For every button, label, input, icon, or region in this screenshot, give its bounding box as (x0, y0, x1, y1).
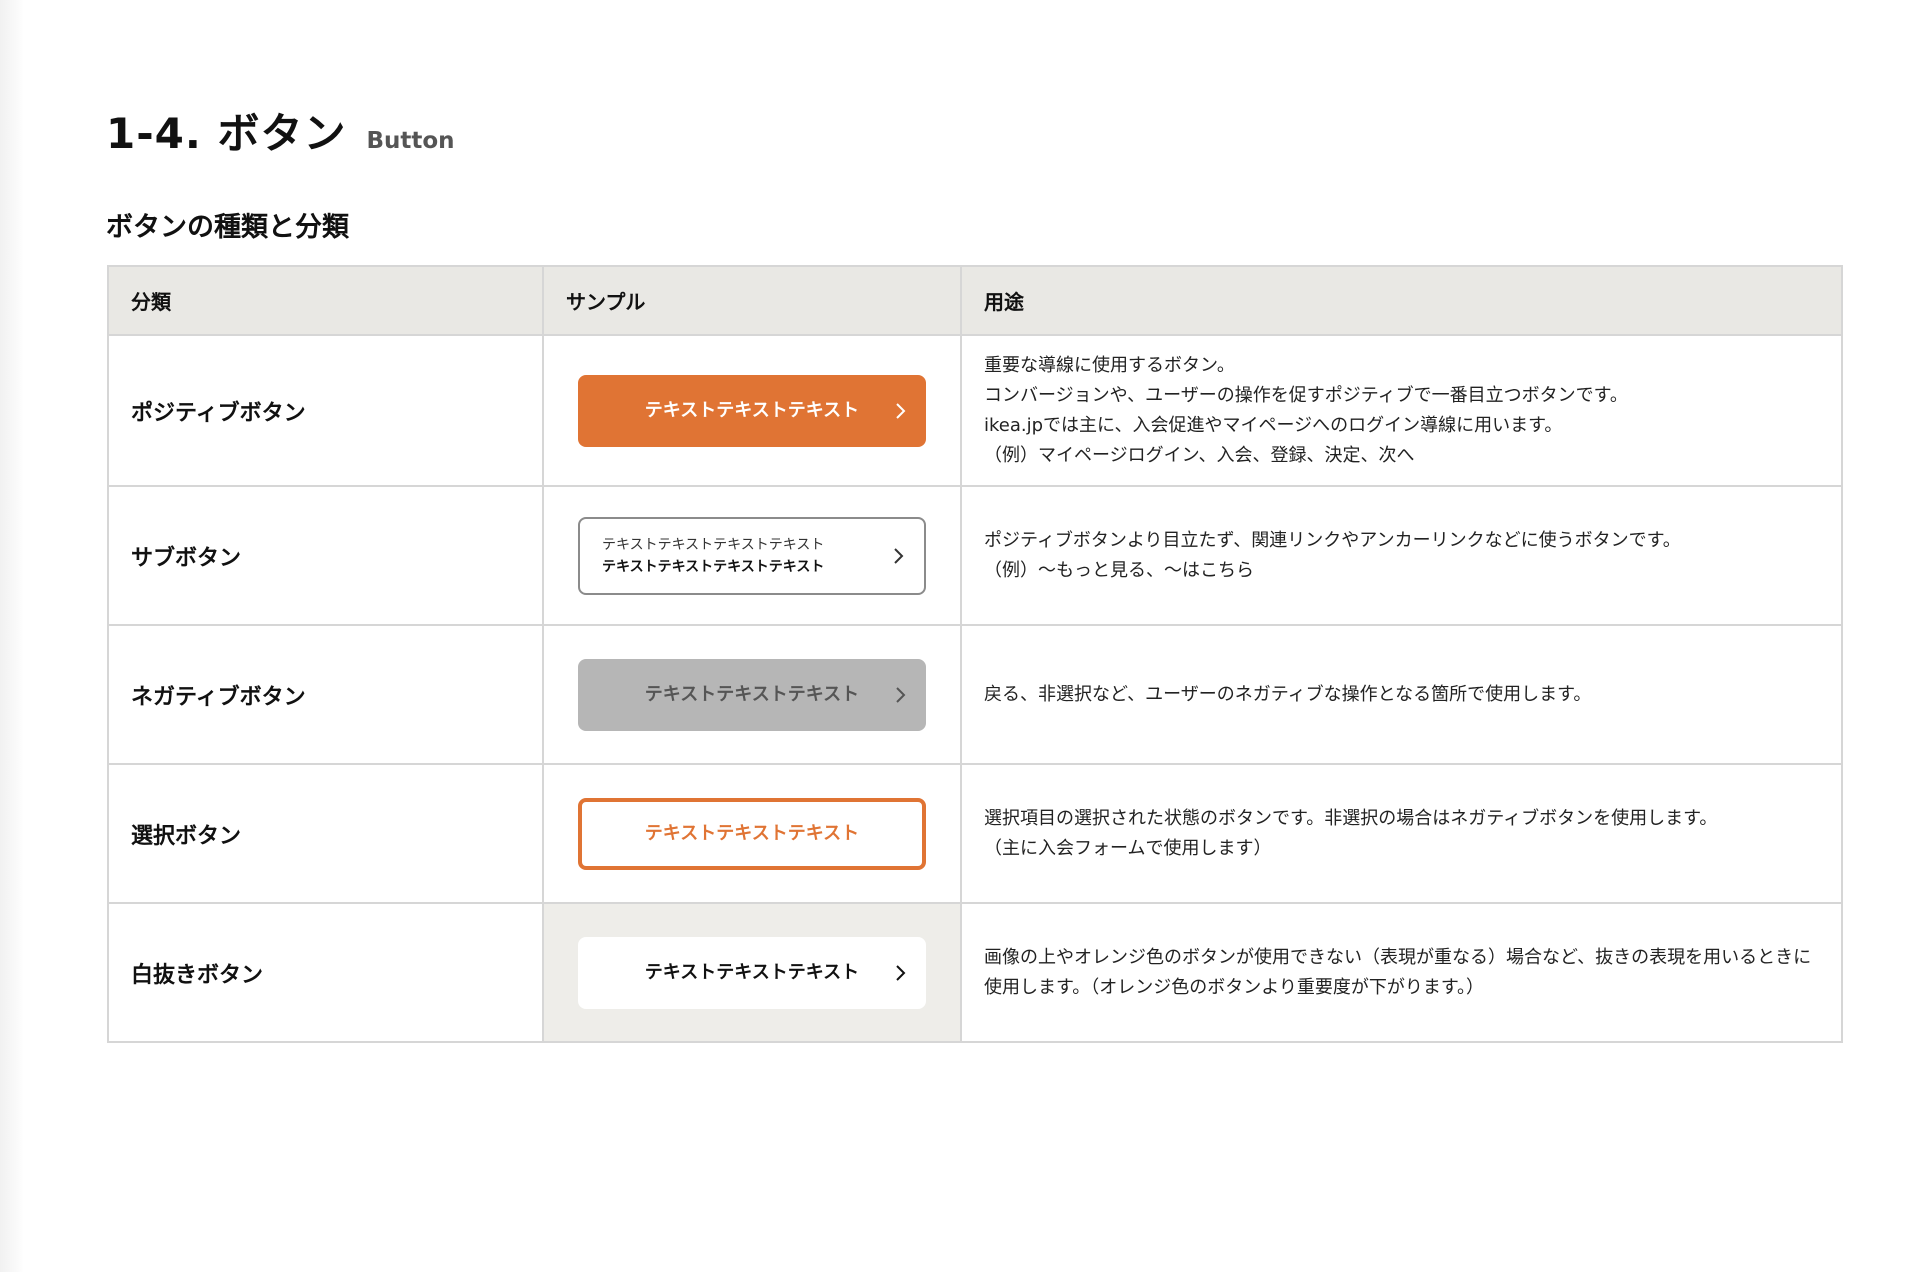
chevron-right-icon (894, 547, 904, 564)
select-button[interactable]: テキストテキストテキスト (578, 797, 926, 870)
category-positive: ポジティブボタン (107, 334, 544, 487)
sub-button[interactable]: テキストテキストテキストテキスト テキストテキストテキストテキスト (578, 516, 926, 595)
button-spec-table: 分類 サンプル 用途 ポジティブボタン テキストテキストテキスト 重要な導線に使… (107, 265, 1843, 1043)
positive-button[interactable]: テキストテキストテキスト (578, 374, 926, 447)
usage-positive: 重要な導線に使用するボタン。 コンバージョンや、ユーザーの操作を促すポジティブで… (960, 334, 1843, 487)
chevron-right-icon (896, 686, 906, 703)
header-category: 分類 (107, 265, 544, 336)
sample-cell: テキストテキストテキストテキスト テキストテキストテキストテキスト (542, 485, 962, 626)
table-row: ネガティブボタン テキストテキストテキスト 戻る、非選択など、ユーザーのネガティ… (107, 624, 1843, 765)
page-heading: 1-4. ボタン Button (106, 100, 455, 161)
chevron-right-icon (896, 964, 906, 981)
sample-cell: テキストテキストテキスト (542, 624, 962, 765)
chevron-right-icon (896, 402, 906, 419)
usage-select: 選択項目の選択された状態のボタンです。非選択の場合はネガティブボタンを使用します… (960, 763, 1843, 904)
usage-white: 画像の上やオレンジ色のボタンが使用できない（表現が重なる）場合など、抜きの表現を… (960, 902, 1843, 1043)
sub-button-line2: テキストテキストテキストテキスト (602, 558, 825, 575)
usage-line: 重要な導線に使用するボタン。 (984, 354, 1235, 376)
usage-line: 画像の上やオレンジ色のボタンが使用できない（表現が重なる）場合など、抜きの表現を… (984, 946, 1812, 998)
page-title: 1-4. ボタン (106, 109, 347, 158)
header-usage: 用途 (960, 265, 1843, 336)
usage-line: ポジティブボタンより目立たず、関連リンクやアンカーリンクなどに使うボタンです。 (984, 529, 1681, 551)
usage-line: （例）～もっと見る、～はこちら (984, 559, 1254, 581)
category-select: 選択ボタン (107, 763, 544, 904)
table-row: ポジティブボタン テキストテキストテキスト 重要な導線に使用するボタン。 コンバ… (107, 334, 1843, 487)
table-header-row: 分類 サンプル 用途 (107, 265, 1843, 336)
category-white: 白抜きボタン (107, 902, 544, 1043)
usage-line: 戻る、非選択など、ユーザーのネガティブな操作となる箇所で使用します。 (984, 683, 1592, 705)
category-sub: サブボタン (107, 485, 544, 626)
usage-negative: 戻る、非選択など、ユーザーのネガティブな操作となる箇所で使用します。 (960, 624, 1843, 765)
positive-button-label: テキストテキストテキスト (644, 399, 860, 421)
white-button[interactable]: テキストテキストテキスト (578, 936, 926, 1009)
page-subtitle: Button (366, 128, 455, 154)
negative-button[interactable]: テキストテキストテキスト (578, 658, 926, 731)
select-button-label: テキストテキストテキスト (644, 822, 860, 844)
header-sample: サンプル (542, 265, 962, 336)
sample-cell: テキストテキストテキスト (542, 902, 962, 1043)
left-page-edge (0, 0, 24, 1272)
sample-cell: テキストテキストテキスト (542, 334, 962, 487)
table-row: サブボタン テキストテキストテキストテキスト テキストテキストテキストテキスト … (107, 485, 1843, 626)
usage-line: コンバージョンや、ユーザーの操作を促すポジティブで一番目立つボタンです。 (984, 384, 1628, 406)
usage-sub: ポジティブボタンより目立たず、関連リンクやアンカーリンクなどに使うボタンです。 … (960, 485, 1843, 626)
category-negative: ネガティブボタン (107, 624, 544, 765)
table-row: 白抜きボタン テキストテキストテキスト 画像の上やオレンジ色のボタンが使用できな… (107, 902, 1843, 1043)
section-title: ボタンの種類と分類 (106, 212, 349, 243)
usage-line: （例）マイページログイン、入会、登録、決定、次へ (984, 444, 1415, 466)
usage-line: ikea.jpでは主に、入会促進やマイページへのログイン導線に用います。 (984, 414, 1563, 436)
usage-line: （主に入会フォームで使用します） (984, 837, 1272, 859)
sample-cell: テキストテキストテキスト (542, 763, 962, 904)
table-row: 選択ボタン テキストテキストテキスト 選択項目の選択された状態のボタンです。非選… (107, 763, 1843, 904)
sub-button-line1: テキストテキストテキストテキスト (602, 536, 825, 553)
usage-line: 選択項目の選択された状態のボタンです。非選択の場合はネガティブボタンを使用します… (984, 807, 1718, 829)
white-button-label: テキストテキストテキスト (644, 961, 860, 983)
negative-button-label: テキストテキストテキスト (644, 683, 860, 705)
